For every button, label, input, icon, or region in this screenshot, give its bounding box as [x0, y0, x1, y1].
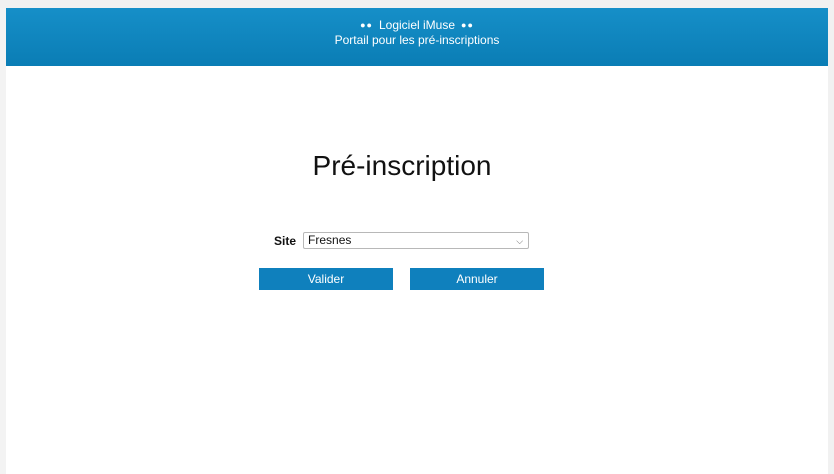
site-select[interactable]: Fresnes ⌵ — [303, 232, 530, 249]
page-title: Pré-inscription — [312, 150, 492, 181]
top-strip — [0, 0, 834, 8]
right-scroll-strip — [828, 0, 834, 474]
dots-right-icon: ●● — [461, 20, 474, 30]
site-field-row: Site Fresnes ⌵ — [274, 232, 530, 249]
app-title: Logiciel iMuse — [378, 18, 456, 32]
portal-header: ●● Logiciel iMuse ●● Portail pour les pr… — [6, 8, 828, 66]
header-title-row: ●● Logiciel iMuse ●● — [6, 18, 828, 32]
portal-subtitle: Portail pour les pré-inscriptions — [334, 33, 500, 47]
dots-left-icon: ●● — [360, 20, 373, 30]
validate-button[interactable]: Valider — [259, 268, 393, 290]
site-label: Site — [274, 233, 297, 248]
site-selected-value: Fresnes — [308, 233, 352, 247]
chevron-down-icon: ⌵ — [516, 236, 524, 246]
cancel-button[interactable]: Annuler — [410, 268, 544, 290]
page-frame: ●● Logiciel iMuse ●● Portail pour les pr… — [6, 8, 828, 474]
